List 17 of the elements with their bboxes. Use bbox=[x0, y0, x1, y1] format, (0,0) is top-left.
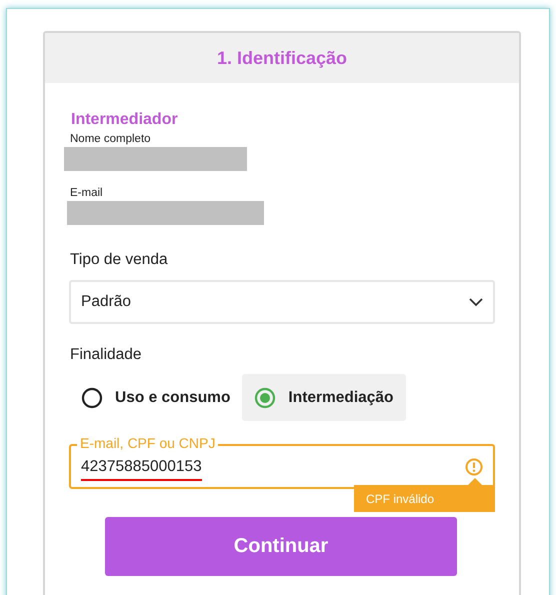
field-label: Nome completo bbox=[70, 133, 152, 145]
field-label: E-mail, CPF ou CNPJ bbox=[77, 435, 218, 451]
tooltip-pointer-icon bbox=[467, 478, 483, 486]
radio-icon bbox=[81, 386, 103, 408]
radio-icon bbox=[254, 386, 276, 408]
radio-option[interactable]: Uso e consumo bbox=[69, 374, 242, 421]
field-label: Finalidade bbox=[70, 346, 143, 364]
error-tooltip: CPF inválido bbox=[354, 478, 495, 512]
chevron-down-icon bbox=[469, 298, 483, 306]
card-title: 1. Identificação bbox=[45, 33, 519, 83]
field-label: Tipo de venda bbox=[70, 251, 169, 269]
field-label: E-mail bbox=[70, 187, 104, 199]
radio-option[interactable]: Intermediação bbox=[242, 374, 406, 421]
section-heading: Intermediador bbox=[71, 111, 179, 129]
sale-type-select[interactable]: Padrão bbox=[69, 280, 495, 324]
warning-icon bbox=[465, 458, 483, 476]
continue-button[interactable]: Continuar bbox=[105, 517, 457, 576]
